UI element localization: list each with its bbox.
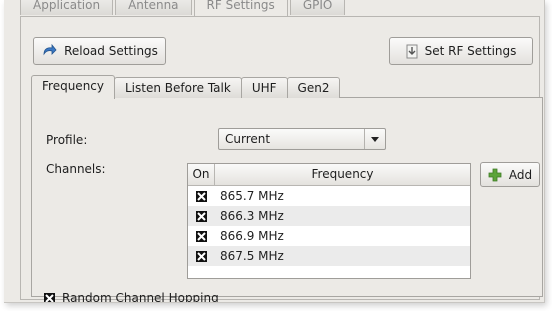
frequency-pane: Profile: Current Channels: On Frequency …	[31, 97, 543, 302]
tab-application[interactable]: Application	[20, 0, 114, 15]
tab-listen-before-talk[interactable]: Listen Before Talk	[114, 77, 242, 98]
add-channel-button[interactable]: Add	[480, 162, 540, 187]
profile-select[interactable]: Current	[218, 128, 386, 150]
rf-settings-pane: Reload Settings Set RF Settings Frequenc…	[20, 16, 543, 302]
download-icon	[406, 44, 418, 59]
channel-frequency: 866.9 MHz	[220, 229, 284, 243]
channel-frequency: 865.7 MHz	[220, 189, 284, 203]
column-header-frequency[interactable]: Frequency	[215, 164, 470, 185]
channels-table: On Frequency 865.7 MHz 866.3 MHz 866.9 M…	[187, 163, 471, 279]
set-rf-settings-label: Set RF Settings	[424, 44, 517, 58]
column-header-on[interactable]: On	[188, 164, 215, 185]
chevron-down-icon[interactable]	[364, 129, 385, 149]
table-row[interactable]: 866.9 MHz	[188, 226, 470, 246]
profile-select-value: Current	[225, 132, 271, 146]
channel-checkbox[interactable]	[196, 190, 207, 202]
tab-gen2[interactable]: Gen2	[286, 77, 341, 98]
reload-settings-button[interactable]: Reload Settings	[33, 37, 166, 65]
tab-frequency[interactable]: Frequency	[31, 75, 115, 99]
tab-gpio[interactable]: GPIO	[289, 0, 346, 15]
add-channel-label: Add	[508, 167, 533, 182]
reload-arrow-icon	[41, 44, 57, 58]
random-channel-hopping-label: Random Channel Hopping	[62, 291, 219, 303]
tab-uhf[interactable]: UHF	[240, 77, 288, 98]
channel-checkbox[interactable]	[196, 210, 207, 222]
profile-label: Profile:	[46, 133, 88, 147]
random-channel-hopping-checkbox[interactable]	[44, 292, 55, 302]
table-row[interactable]: 866.3 MHz	[188, 206, 470, 226]
table-row[interactable]: 867.5 MHz	[188, 246, 470, 266]
rf-subtab-bar: Frequency Listen Before Talk UHF Gen2	[31, 75, 341, 99]
rf-settings-window: Application Antenna RF Settings GPIO Rel…	[4, 0, 545, 303]
table-row[interactable]: 865.7 MHz	[188, 186, 470, 206]
green-plus-icon	[488, 168, 502, 182]
channel-frequency: 867.5 MHz	[220, 249, 284, 263]
set-rf-settings-button[interactable]: Set RF Settings	[389, 37, 533, 65]
channels-label: Channels:	[46, 162, 106, 176]
channel-checkbox[interactable]	[196, 230, 207, 242]
tab-antenna[interactable]: Antenna	[115, 0, 192, 15]
tab-rf-settings[interactable]: RF Settings	[193, 0, 288, 17]
reload-settings-label: Reload Settings	[64, 44, 158, 58]
channels-table-header: On Frequency	[188, 164, 470, 186]
channel-checkbox[interactable]	[196, 250, 207, 262]
channel-frequency: 866.3 MHz	[220, 209, 284, 223]
random-channel-hopping-option[interactable]: Random Channel Hopping	[44, 291, 219, 303]
main-tab-bar: Application Antenna RF Settings GPIO	[20, 0, 347, 17]
